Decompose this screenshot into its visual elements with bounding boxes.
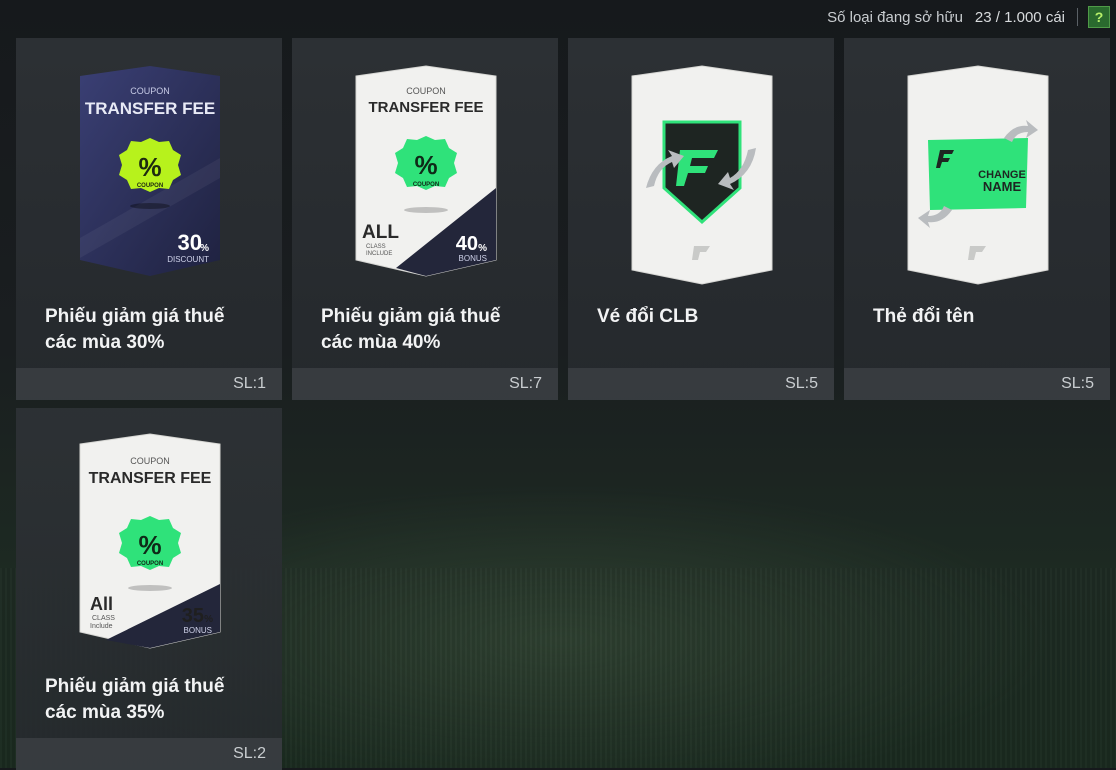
divider	[1077, 8, 1078, 26]
item-quantity: SL:2	[233, 745, 266, 762]
help-button[interactable]: ?	[1088, 6, 1110, 28]
badge-coupon-text: COUPON	[413, 182, 439, 188]
badge-coupon-text: COUPON	[137, 561, 163, 567]
class-caption: CLASS	[366, 244, 386, 250]
item-tile-name-change[interactable]: CHANGE NAME Thẻ đổi tên SL:5	[844, 38, 1110, 400]
owned-count: 23 / 1.000 cái	[974, 8, 1065, 26]
discount-value: 30	[178, 230, 202, 255]
bonus-caption: BONUS	[459, 254, 487, 263]
transfer-fee-caption: TRANSFER FEE	[85, 99, 215, 118]
club-change-card-image	[631, 65, 773, 285]
discount-caption: DISCOUNT	[167, 255, 209, 264]
item-tile-coupon-40[interactable]: COUPON TRANSFER FEE % COUPON ALL CLASS I…	[292, 38, 558, 400]
item-title: Phiếu giảm giá thuế các mùa 35%	[45, 676, 225, 723]
percent-symbol: %	[138, 152, 161, 182]
item-title: Phiếu giảm giá thuế các mùa 30%	[45, 306, 225, 353]
item-quantity-bar: SL:5	[568, 368, 834, 400]
discount-unit: %	[200, 243, 209, 254]
include-caption: INCLUDE	[366, 251, 392, 257]
coupon-caption: COUPON	[130, 86, 170, 96]
change-name-line2: NAME	[983, 179, 1022, 194]
item-quantity-bar: SL:5	[844, 368, 1110, 400]
item-title: Phiếu giảm giá thuế các mùa 40%	[321, 306, 501, 353]
transfer-fee-caption: TRANSFER FEE	[89, 470, 212, 487]
percent-symbol: %	[138, 530, 161, 560]
all-class-label: ALL	[362, 222, 399, 243]
item-quantity: SL:5	[785, 375, 818, 392]
item-tile-coupon-30[interactable]: COUPON TRANSFER FEE % COUPON 30 % DISCOU…	[16, 38, 282, 400]
class-caption: CLASS	[92, 615, 115, 622]
bonus-unit: %	[204, 614, 213, 625]
all-class-label: All	[90, 594, 113, 614]
bonus-value: 40	[456, 233, 478, 255]
item-quantity: SL:7	[509, 375, 542, 392]
item-quantity: SL:5	[1061, 375, 1094, 392]
percent-symbol: %	[414, 150, 437, 180]
item-tile-club-change[interactable]: Vé đổi CLB SL:5	[568, 38, 834, 400]
bonus-caption: BONUS	[184, 626, 212, 635]
coupon-card-image: COUPON TRANSFER FEE % COUPON All CLASS I…	[79, 433, 221, 649]
coupon-caption: COUPON	[130, 456, 170, 466]
owned-label: Số loại đang sở hữu	[827, 8, 963, 26]
badge-coupon-text: COUPON	[137, 183, 163, 189]
bonus-value: 35	[182, 605, 204, 627]
item-quantity-bar: SL:7	[292, 368, 558, 400]
coupon-card-image: COUPON TRANSFER FEE % COUPON 30 % DISCOU…	[80, 66, 220, 276]
name-tag-icon: CHANGE NAME	[928, 138, 1028, 210]
coupon-caption: COUPON	[406, 86, 446, 96]
transfer-fee-caption: TRANSFER FEE	[368, 99, 483, 116]
item-title: Thẻ đổi tên	[873, 306, 975, 327]
owned-counter-bar: Số loại đang sở hữu 23 / 1.000 cái ?	[827, 6, 1110, 28]
coupon-card-image: COUPON TRANSFER FEE % COUPON ALL CLASS I…	[355, 65, 497, 277]
item-title: Vé đổi CLB	[597, 306, 699, 327]
item-quantity-bar: SL:1	[16, 368, 282, 400]
item-quantity-bar: SL:2	[16, 738, 282, 770]
name-change-card-image: CHANGE NAME	[907, 65, 1049, 285]
include-caption: Include	[90, 623, 113, 630]
bonus-unit: %	[478, 243, 487, 254]
item-quantity: SL:1	[233, 375, 266, 392]
item-tile-coupon-35[interactable]: COUPON TRANSFER FEE % COUPON All CLASS I…	[16, 408, 282, 770]
